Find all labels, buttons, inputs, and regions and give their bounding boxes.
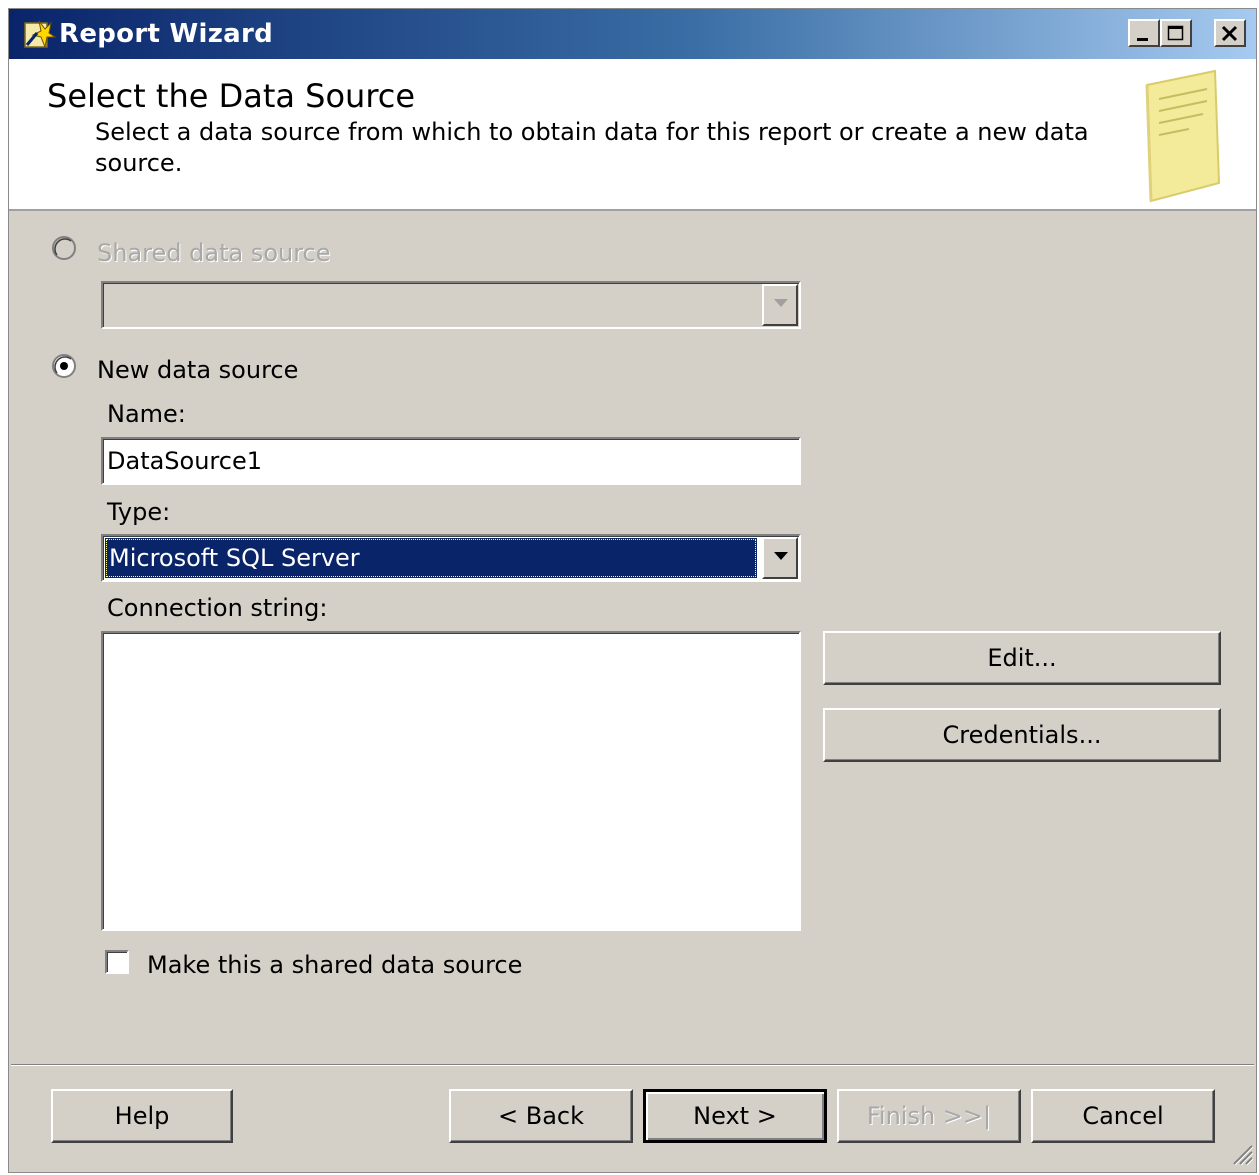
new-data-source-label[interactable]: New data source bbox=[97, 355, 298, 385]
shared-dropdown-button bbox=[762, 284, 798, 326]
minimize-button[interactable] bbox=[1128, 19, 1160, 47]
type-dropdown-button[interactable] bbox=[762, 537, 798, 579]
maximize-button[interactable] bbox=[1160, 19, 1192, 47]
footer-divider bbox=[11, 1064, 1254, 1066]
close-button[interactable] bbox=[1214, 19, 1246, 47]
page-title: Select the Data Source bbox=[47, 77, 416, 115]
window-title: Report Wizard bbox=[59, 19, 274, 49]
minimize-icon bbox=[1137, 38, 1148, 41]
report-wizard-window: Report Wizard Select the Data Source Sel… bbox=[8, 8, 1257, 1173]
name-input[interactable]: DataSource1 bbox=[101, 437, 801, 485]
resize-grip-icon[interactable] bbox=[1228, 1140, 1254, 1170]
finish-button: Finish >>| bbox=[837, 1089, 1021, 1143]
shared-data-source-label: Shared data source bbox=[97, 239, 331, 267]
back-button[interactable]: < Back bbox=[449, 1089, 633, 1143]
report-wizard-icon bbox=[23, 19, 57, 49]
close-icon bbox=[1221, 25, 1238, 42]
name-value: DataSource1 bbox=[107, 447, 263, 475]
chevron-down-icon bbox=[774, 552, 788, 560]
next-button[interactable]: Next > bbox=[643, 1089, 827, 1143]
connection-string-label: Connection string: bbox=[107, 594, 328, 622]
notepad-icon bbox=[1127, 65, 1227, 209]
type-selected-value: Microsoft SQL Server bbox=[105, 538, 757, 578]
title-bar[interactable]: Report Wizard bbox=[9, 9, 1256, 59]
shared-data-source-dropdown bbox=[101, 281, 801, 329]
credentials-button[interactable]: Credentials... bbox=[823, 708, 1221, 762]
name-label: Name: bbox=[107, 400, 186, 428]
wizard-header: Select the Data Source Select a data sou… bbox=[9, 59, 1256, 211]
type-dropdown[interactable]: Microsoft SQL Server bbox=[101, 534, 801, 582]
edit-button[interactable]: Edit... bbox=[823, 631, 1221, 685]
maximize-icon bbox=[1167, 25, 1184, 41]
help-button[interactable]: Help bbox=[51, 1089, 233, 1143]
cancel-button[interactable]: Cancel bbox=[1031, 1089, 1215, 1143]
connection-string-textarea[interactable] bbox=[101, 631, 801, 931]
new-data-source-radio[interactable] bbox=[51, 353, 77, 379]
make-shared-label[interactable]: Make this a shared data source bbox=[147, 950, 522, 980]
make-shared-checkbox[interactable] bbox=[105, 950, 129, 974]
type-label: Type: bbox=[107, 498, 171, 526]
shared-data-source-radio bbox=[51, 235, 77, 261]
page-description: Select a data source from which to obtai… bbox=[95, 118, 1089, 177]
chevron-down-icon bbox=[774, 299, 788, 307]
